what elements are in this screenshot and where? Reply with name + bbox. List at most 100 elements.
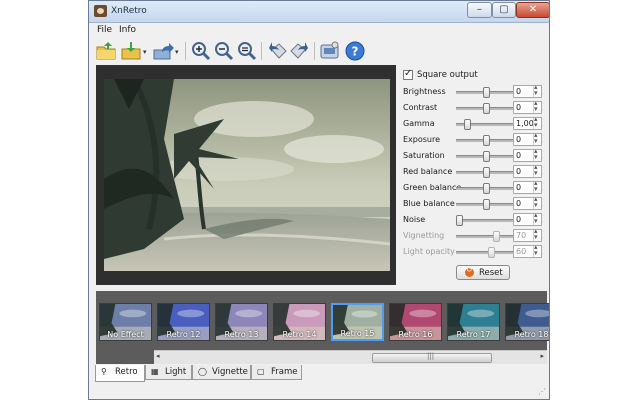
saturation-value: 0 — [516, 151, 522, 160]
zoom-in-icon[interactable] — [190, 40, 212, 62]
maximize-button[interactable]: ▢ — [492, 2, 516, 18]
tab-retro[interactable]: ⚲ Retro — [95, 365, 145, 382]
retro-tab-icon: ⚲ — [101, 367, 107, 376]
rotate-left-icon[interactable] — [266, 40, 288, 62]
gamma-stepper-icon[interactable] — [533, 115, 541, 129]
reset-icon — [465, 265, 474, 277]
effect-thumbnail[interactable]: Retro 13 — [215, 303, 268, 341]
effect-thumbnail[interactable]: Retro 16 — [389, 303, 442, 341]
effect-thumbnail[interactable]: No Effect — [99, 303, 152, 341]
save-dropdown-chevron-down-icon[interactable]: ▾ — [143, 48, 147, 56]
effect-thumbnail[interactable]: Retro 17 — [447, 303, 500, 341]
effect-thumbnail[interactable]: Retro 14 — [273, 303, 326, 341]
noise-label: Noise — [403, 215, 426, 224]
rotate-right-icon[interactable] — [289, 40, 311, 62]
brightness-slider-thumb[interactable] — [483, 87, 490, 98]
brightness-stepper-icon[interactable] — [533, 83, 541, 97]
scroll-right-arrow-icon[interactable]: ▸ — [540, 352, 544, 360]
exposure-stepper-icon[interactable] — [533, 131, 541, 145]
image-preview[interactable] — [96, 65, 396, 285]
save-icon[interactable] — [120, 40, 142, 62]
scroll-left-arrow-icon[interactable]: ◂ — [156, 352, 160, 360]
brightness-spinbox[interactable]: 0 — [513, 83, 542, 98]
light-opacity-value: 60 — [516, 247, 527, 256]
contrast-spinbox[interactable]: 0 — [513, 99, 542, 114]
minimize-icon: – — [477, 4, 482, 15]
green-balance-stepper-icon[interactable] — [533, 179, 541, 193]
noise-value: 0 — [516, 215, 522, 224]
tab-frame[interactable]: ▢ Frame — [251, 365, 302, 380]
thumbnail-label: Retro 14 — [282, 330, 317, 339]
contrast-value: 0 — [516, 103, 522, 112]
gamma-label: Gamma — [403, 119, 435, 128]
red-balance-spinbox[interactable]: 0 — [513, 163, 542, 178]
preview-photo — [104, 79, 390, 271]
exposure-spinbox[interactable]: 0 — [513, 131, 542, 146]
close-icon: ✕ — [528, 4, 538, 15]
effects-thumbnail-strip: No Effect Retro 12 Retro 13 Retro 14 Retro 1… — [96, 291, 549, 364]
saturation-spinbox[interactable]: 0 — [513, 147, 542, 162]
green-balance-spinbox[interactable]: 0 — [513, 179, 542, 194]
effect-thumbnail[interactable]: Retro 12 — [157, 303, 210, 341]
settings-icon[interactable] — [319, 40, 341, 62]
vignetting-value: 70 — [516, 231, 527, 240]
scrollbar-thumb[interactable]: ||| — [372, 352, 492, 363]
open-folder-icon[interactable] — [95, 40, 117, 62]
thumbnail-label: Retro 17 — [456, 330, 491, 339]
maximize-icon: ▢ — [499, 4, 509, 15]
contrast-stepper-icon[interactable] — [533, 99, 541, 113]
share-dropdown-chevron-down-icon[interactable]: ▾ — [175, 48, 179, 56]
slider-row-light-opacity: Light opacity 60 — [403, 243, 547, 259]
reset-button[interactable]: Reset — [456, 265, 510, 280]
noise-spinbox[interactable]: 0 — [513, 211, 542, 226]
red-balance-value: 0 — [516, 167, 522, 176]
blue-balance-spinbox[interactable]: 0 — [513, 195, 542, 210]
noise-stepper-icon[interactable] — [533, 211, 541, 225]
resize-grip-icon[interactable]: ⋰ — [538, 387, 546, 396]
help-icon[interactable]: ? — [344, 40, 366, 62]
minimize-button[interactable]: – — [467, 2, 492, 18]
tab-light-label: Light — [165, 367, 187, 377]
gamma-spinbox[interactable]: 1,00 — [513, 115, 542, 130]
blue-balance-slider-thumb[interactable] — [483, 199, 490, 210]
thumbnail-label: Retro 16 — [398, 330, 433, 339]
vignetting-label: Vignetting — [403, 231, 445, 240]
exposure-value: 0 — [516, 135, 522, 144]
zoom-out-icon[interactable] — [213, 40, 235, 62]
share-icon[interactable] — [152, 40, 174, 62]
thumbnail-label: No Effect — [107, 330, 144, 339]
effect-thumbnail[interactable]: Retro 18 — [505, 303, 549, 341]
thumbnail-label: Retro 12 — [166, 330, 201, 339]
saturation-slider-thumb[interactable] — [483, 151, 490, 162]
menu-file[interactable]: File — [97, 25, 112, 35]
saturation-stepper-icon[interactable] — [533, 147, 541, 161]
contrast-slider-thumb[interactable] — [483, 103, 490, 114]
frame-tab-icon: ▢ — [257, 367, 265, 376]
tab-vignette[interactable]: ◯ Vignette — [192, 365, 251, 380]
slider-row-blue-balance: Blue balance 0 — [403, 195, 547, 211]
thumbnail-scrollbar[interactable]: ◂ ||| ▸ — [154, 350, 547, 364]
green-balance-value: 0 — [516, 183, 522, 192]
red-balance-slider-thumb[interactable] — [483, 167, 490, 178]
contrast-label: Contrast — [403, 103, 438, 112]
blue-balance-stepper-icon[interactable] — [533, 195, 541, 209]
slider-row-contrast: Contrast 0 — [403, 99, 547, 115]
gamma-slider-thumb[interactable] — [464, 119, 471, 130]
red-balance-stepper-icon[interactable] — [533, 163, 541, 177]
noise-slider-thumb[interactable] — [456, 215, 463, 226]
menu-info[interactable]: Info — [119, 25, 136, 35]
exposure-slider-thumb[interactable] — [483, 135, 490, 146]
title-bar[interactable]: XnRetro – ▢ ✕ — [89, 1, 549, 23]
zoom-fit-icon[interactable] — [236, 40, 258, 62]
svg-text:?: ? — [352, 45, 359, 59]
adjustments-panel: Square output Brightness 0 Contrast 0 Ga… — [401, 65, 547, 285]
green-balance-slider-thumb[interactable] — [483, 183, 490, 194]
slider-row-vignetting: Vignetting 70 — [403, 227, 547, 243]
square-output-checkbox[interactable] — [403, 68, 413, 80]
brightness-value: 0 — [516, 87, 522, 96]
effect-thumbnail[interactable]: Retro 15 — [331, 303, 384, 341]
close-button[interactable]: ✕ — [516, 2, 549, 18]
menu-bar: File Info — [89, 23, 549, 37]
tab-light[interactable]: ▦ Light — [145, 365, 192, 380]
toolbar-divider — [185, 42, 186, 60]
